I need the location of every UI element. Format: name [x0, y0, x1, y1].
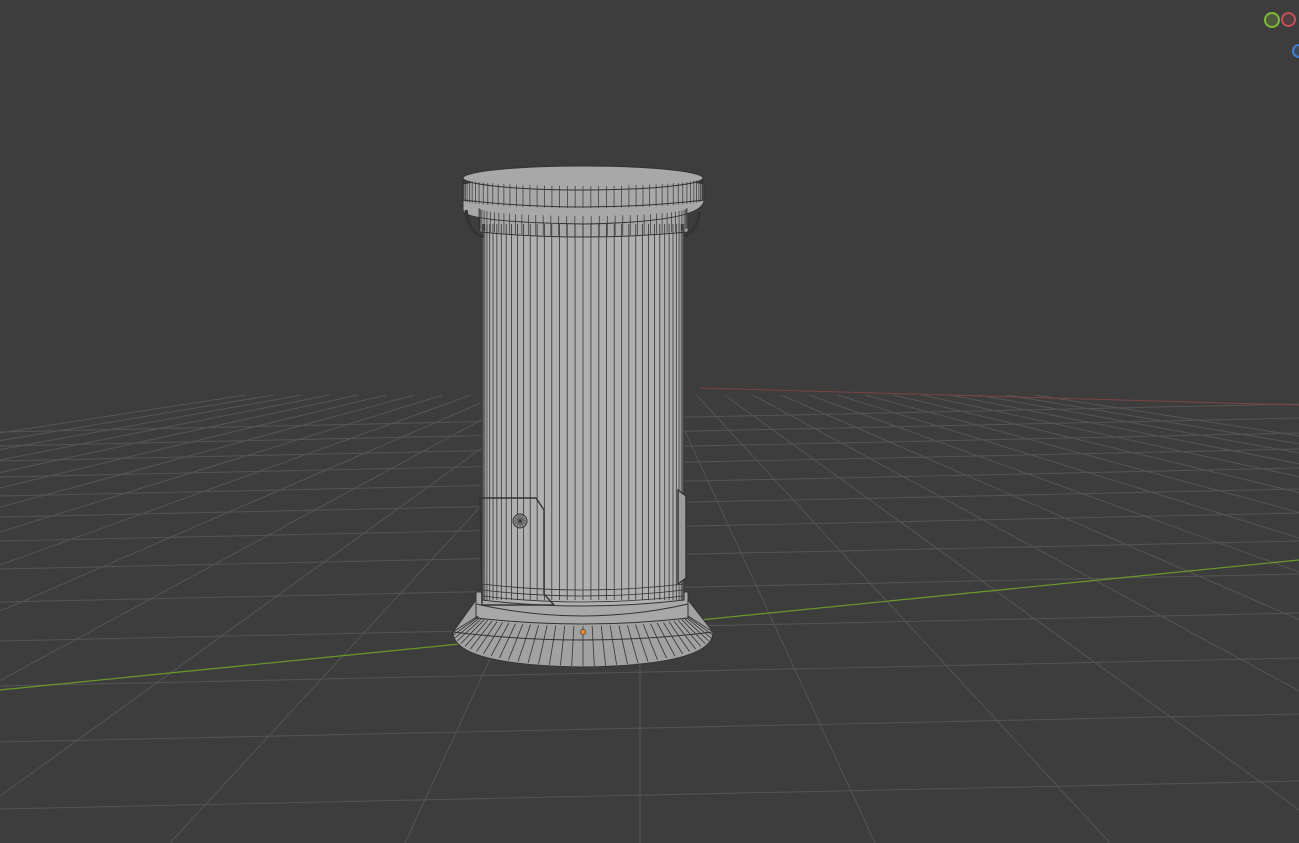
kiosk-mesh[interactable] [452, 165, 714, 668]
grid-line [696, 394, 1111, 843]
gizmo-x-axis-icon[interactable] [1281, 12, 1296, 27]
grid-line [0, 394, 471, 566]
grid-line [921, 394, 1299, 478]
grid-line [0, 394, 528, 682]
grid-line [0, 394, 387, 489]
side-panel [677, 488, 687, 586]
gizmo-y-axis-icon[interactable] [1264, 12, 1280, 28]
grid-line [837, 394, 1299, 539]
grid-line [0, 780, 1299, 810]
navigation-gizmo[interactable] [1258, 8, 1299, 64]
gizmo-z-axis-icon[interactable] [1292, 44, 1299, 58]
x-axis-line [699, 387, 1299, 406]
grid-line [893, 394, 1299, 494]
object-origin-dot[interactable] [580, 629, 586, 635]
grid-line [0, 713, 1299, 743]
viewport-scene[interactable] [0, 0, 1299, 843]
grid-line [0, 394, 246, 434]
grid-line [0, 394, 415, 508]
3d-viewport[interactable] [0, 0, 1299, 843]
grid-line [0, 394, 302, 450]
grid-line [1006, 394, 1299, 445]
grid-line [0, 394, 359, 474]
grid-line [0, 394, 500, 612]
